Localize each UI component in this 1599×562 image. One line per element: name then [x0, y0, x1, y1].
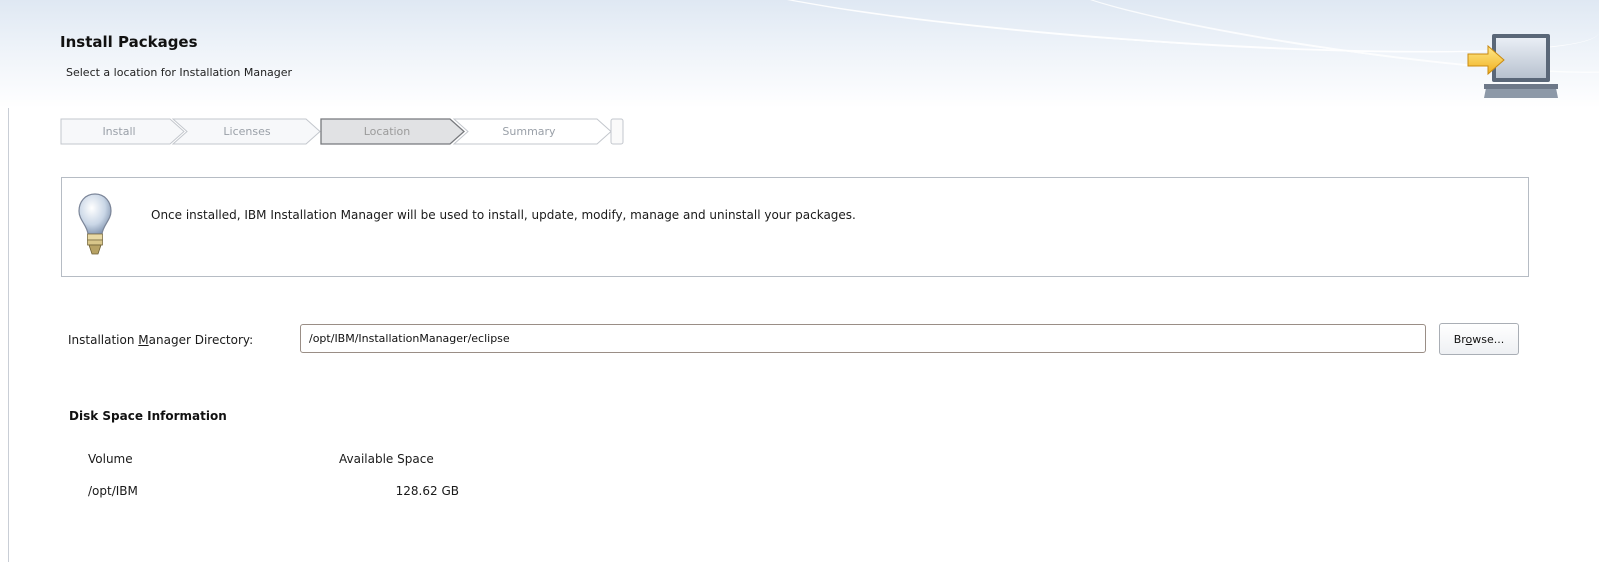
wizard-step-label: Licenses [223, 125, 271, 138]
available-space-cell: 128.62 GB [395, 484, 459, 498]
browse-label: Br [1453, 332, 1466, 346]
page-subtitle: Select a location for Installation Manag… [66, 66, 293, 79]
wizard-step-label: Summary [502, 125, 556, 138]
directory-label: Installation Manager Directory: [68, 333, 253, 347]
wizard-step-licenses: Licenses [182, 118, 312, 145]
wizard-step-label: Install [102, 125, 136, 138]
wizard-step-location: Location [324, 118, 450, 145]
wizard-step-install: Install [60, 118, 178, 145]
directory-label-mnemonic: M [138, 333, 149, 347]
wizard-step-summary: Summary [460, 118, 598, 145]
browse-label: wse... [1472, 332, 1505, 346]
install-banner-icon [1467, 34, 1558, 98]
wizard-header: Install Packages Select a location for I… [0, 0, 1599, 108]
browse-button[interactable]: Browse... [1439, 323, 1519, 355]
wizard-step-label: Location [363, 125, 411, 138]
page-title: Install Packages [60, 33, 198, 51]
directory-input[interactable] [300, 324, 1426, 353]
lightbulb-icon [78, 193, 112, 255]
directory-label-text: Installation [68, 333, 139, 347]
volume-cell: /opt/IBM [88, 484, 138, 498]
disk-space-title: Disk Space Information [69, 409, 227, 423]
column-header-available-space: Available Space [339, 452, 434, 466]
column-header-volume: Volume [88, 452, 133, 466]
directory-label-text: anager Directory: [148, 333, 254, 347]
info-message: Once installed, IBM Installation Manager… [151, 208, 856, 222]
info-panel: Once installed, IBM Installation Manager… [61, 177, 1529, 277]
wizard-steps: Install Licenses Location Summary [60, 118, 640, 145]
